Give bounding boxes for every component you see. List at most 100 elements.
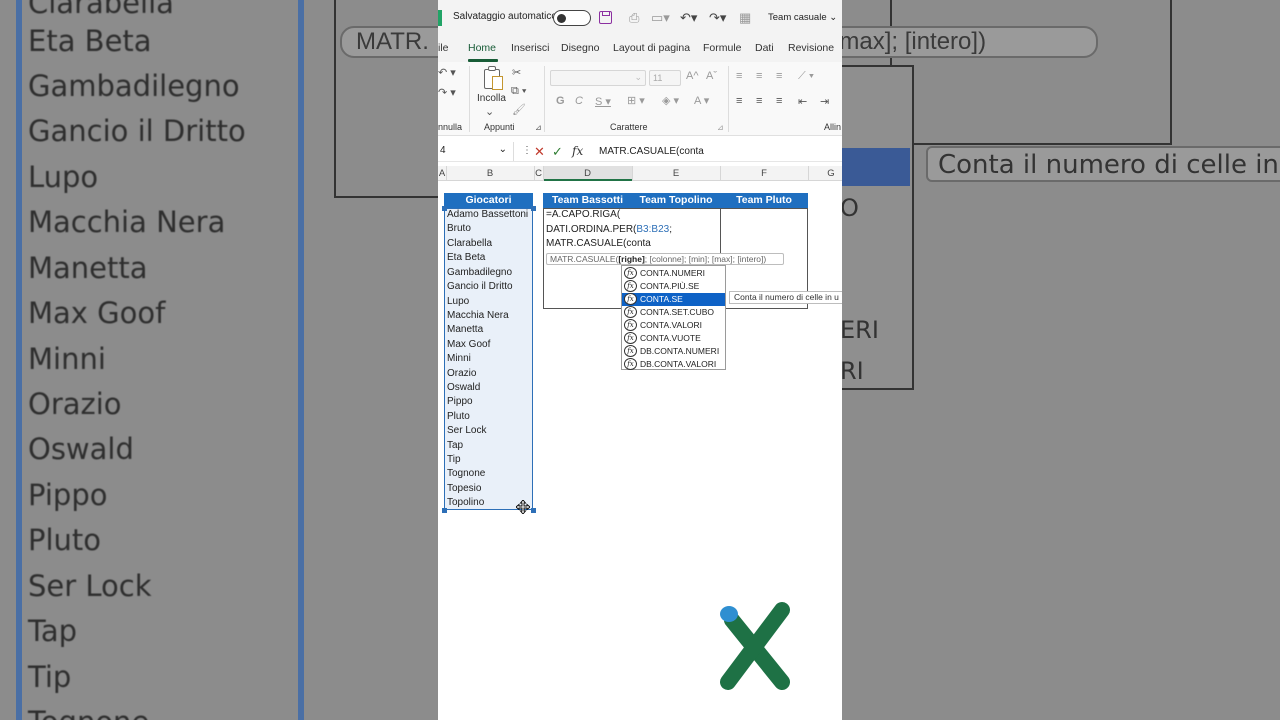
- font-name-box[interactable]: ⌄: [550, 70, 646, 86]
- autocomplete-item[interactable]: fx DB.CONTA.NUMERI: [622, 345, 725, 358]
- team-header[interactable]: Team Topolino: [632, 193, 720, 208]
- range-handle[interactable]: [442, 508, 447, 513]
- player-cell[interactable]: Bruto: [447, 223, 471, 234]
- font-color-icon[interactable]: A ▾: [694, 94, 709, 107]
- player-cell[interactable]: Topesio: [447, 483, 481, 494]
- more-icon[interactable]: ⋮: [522, 145, 532, 156]
- player-cell[interactable]: Tap: [447, 440, 463, 451]
- column-header-b[interactable]: B: [446, 168, 534, 179]
- player-cell[interactable]: Tip: [447, 454, 461, 465]
- excel-window: Salvataggio automatico ⎙ ▭▾ ↶▾ ↷▾ ▦ Team…: [438, 0, 842, 720]
- player-cell[interactable]: Pippo: [447, 396, 473, 407]
- fill-color-icon[interactable]: ◈ ▾: [662, 94, 679, 107]
- align-bottom-icon[interactable]: ≡: [776, 70, 782, 82]
- autocomplete-item[interactable]: fx CONTA.PIÙ.SE: [622, 280, 725, 293]
- autocomplete-item[interactable]: fx CONTA.SET.CUBO: [622, 306, 725, 319]
- player-cell[interactable]: Tognone: [447, 468, 485, 479]
- player-cell[interactable]: Pluto: [447, 411, 470, 422]
- player-cell[interactable]: Eta Beta: [447, 252, 485, 263]
- dialog-launcher-icon[interactable]: ⊿: [535, 123, 542, 132]
- tab-file[interactable]: ile: [438, 42, 449, 54]
- player-cell[interactable]: Manetta: [447, 324, 483, 335]
- decrease-font-icon[interactable]: Aˇ: [706, 70, 717, 82]
- autocomplete-item[interactable]: fx CONTA.VALORI: [622, 319, 725, 332]
- formula-line[interactable]: MATR.CASUALE(conta: [546, 238, 651, 249]
- cancel-icon[interactable]: ✕: [534, 144, 545, 160]
- player-cell[interactable]: Ser Lock: [447, 425, 486, 436]
- increase-font-icon[interactable]: A^: [686, 70, 699, 82]
- column-header-f[interactable]: F: [720, 168, 808, 179]
- save-icon[interactable]: [599, 11, 612, 24]
- table-icon[interactable]: ▦: [739, 10, 751, 26]
- orientation-icon[interactable]: ⟋ ▾: [798, 70, 814, 83]
- copy-icon[interactable]: ⧉ ▾: [511, 85, 527, 98]
- tab-formulas[interactable]: Formule: [703, 42, 742, 54]
- team-header[interactable]: Team Pluto: [720, 193, 808, 208]
- paste-icon[interactable]: [482, 66, 504, 92]
- autocomplete-item[interactable]: fx DB.CONTA.VALORI: [622, 358, 725, 371]
- font-size-box[interactable]: 11: [649, 70, 681, 86]
- borders-icon[interactable]: ⊞ ▾: [627, 94, 645, 107]
- align-center-icon[interactable]: ≡: [756, 95, 762, 107]
- align-top-icon[interactable]: ≡: [736, 70, 742, 82]
- player-cell[interactable]: Macchia Nera: [447, 310, 509, 321]
- player-cell[interactable]: Gambadilegno: [447, 267, 512, 278]
- range-handle[interactable]: [531, 508, 536, 513]
- player-cell[interactable]: Lupo: [447, 296, 469, 307]
- players-header[interactable]: Giocatori: [444, 193, 533, 208]
- column-header-c[interactable]: C: [534, 168, 543, 179]
- chevron-down-icon: ⌄: [634, 72, 642, 82]
- formula-input[interactable]: MATR.CASUALE(conta: [599, 146, 704, 157]
- column-header-a[interactable]: A: [438, 168, 446, 179]
- formula-line[interactable]: =A.CAPO.RIGA(: [546, 209, 620, 220]
- bg-tip: Conta il numero di celle in u: [926, 146, 1280, 182]
- redo-icon[interactable]: ↷▾: [709, 10, 726, 26]
- dialog-launcher-icon[interactable]: ⊿: [717, 123, 724, 132]
- player-cell[interactable]: Gancio il Dritto: [447, 281, 513, 292]
- player-cell[interactable]: Adamo Bassettoni: [447, 209, 528, 220]
- underline-icon[interactable]: S ▾: [595, 95, 611, 108]
- name-box[interactable]: 4 ⌄: [438, 142, 514, 161]
- range-handle[interactable]: [531, 206, 536, 211]
- player-cell[interactable]: Minni: [447, 353, 471, 364]
- tab-insert[interactable]: Inserisci: [511, 42, 550, 54]
- chevron-down-icon[interactable]: ⌄: [485, 105, 494, 118]
- tab-page-layout[interactable]: Layout di pagina: [613, 42, 690, 54]
- formula-line[interactable]: DATI.ORDINA.PER(B3:B23;: [546, 224, 672, 235]
- decrease-indent-icon[interactable]: ⇤: [798, 95, 807, 108]
- autocomplete-item[interactable]: fx CONTA.VUOTE: [622, 332, 725, 345]
- tab-review[interactable]: Revisione: [788, 42, 834, 54]
- player-cell[interactable]: Oswald: [447, 382, 480, 393]
- autocomplete-item[interactable]: fx CONTA.NUMERI: [622, 267, 725, 280]
- autosave-toggle[interactable]: [553, 10, 591, 26]
- player-cell[interactable]: Clarabella: [447, 238, 492, 249]
- align-middle-icon[interactable]: ≡: [756, 70, 762, 82]
- align-right-icon[interactable]: ≡: [776, 95, 782, 107]
- tab-draw[interactable]: Disegno: [561, 42, 600, 54]
- paste-button[interactable]: Incolla: [477, 93, 506, 104]
- enter-icon[interactable]: ✓: [552, 144, 563, 160]
- tab-data[interactable]: Dati: [755, 42, 774, 54]
- italic-icon[interactable]: C: [575, 95, 583, 107]
- autocomplete-item-selected[interactable]: fx CONTA.SE: [622, 293, 725, 306]
- cut-icon[interactable]: ✂: [512, 66, 521, 79]
- column-header-e[interactable]: E: [632, 168, 720, 179]
- column-header-g[interactable]: G: [808, 168, 842, 179]
- form-icon[interactable]: ▭▾: [651, 10, 670, 26]
- team-header[interactable]: Team Bassotti: [543, 193, 632, 208]
- player-cell[interactable]: Topolino: [447, 497, 484, 508]
- column-header-d[interactable]: D: [543, 168, 632, 179]
- insert-function-icon[interactable]: fx: [572, 144, 583, 158]
- tab-home[interactable]: Home: [468, 42, 496, 54]
- increase-indent-icon[interactable]: ⇥: [820, 95, 829, 108]
- undo-icon[interactable]: ↶ ▾: [438, 66, 456, 79]
- bold-icon[interactable]: G: [556, 95, 565, 107]
- undo-icon[interactable]: ↶▾: [680, 10, 697, 26]
- player-cell[interactable]: Orazio: [447, 368, 476, 379]
- player-cell[interactable]: Max Goof: [447, 339, 490, 350]
- align-left-icon[interactable]: ≡: [736, 95, 742, 107]
- format-painter-icon[interactable]: 🖌: [512, 103, 526, 116]
- workbook-name[interactable]: Team casuale ⌄: [768, 12, 837, 23]
- print-preview-icon[interactable]: ⎙: [629, 10, 639, 26]
- redo-icon[interactable]: ↷ ▾: [438, 86, 456, 99]
